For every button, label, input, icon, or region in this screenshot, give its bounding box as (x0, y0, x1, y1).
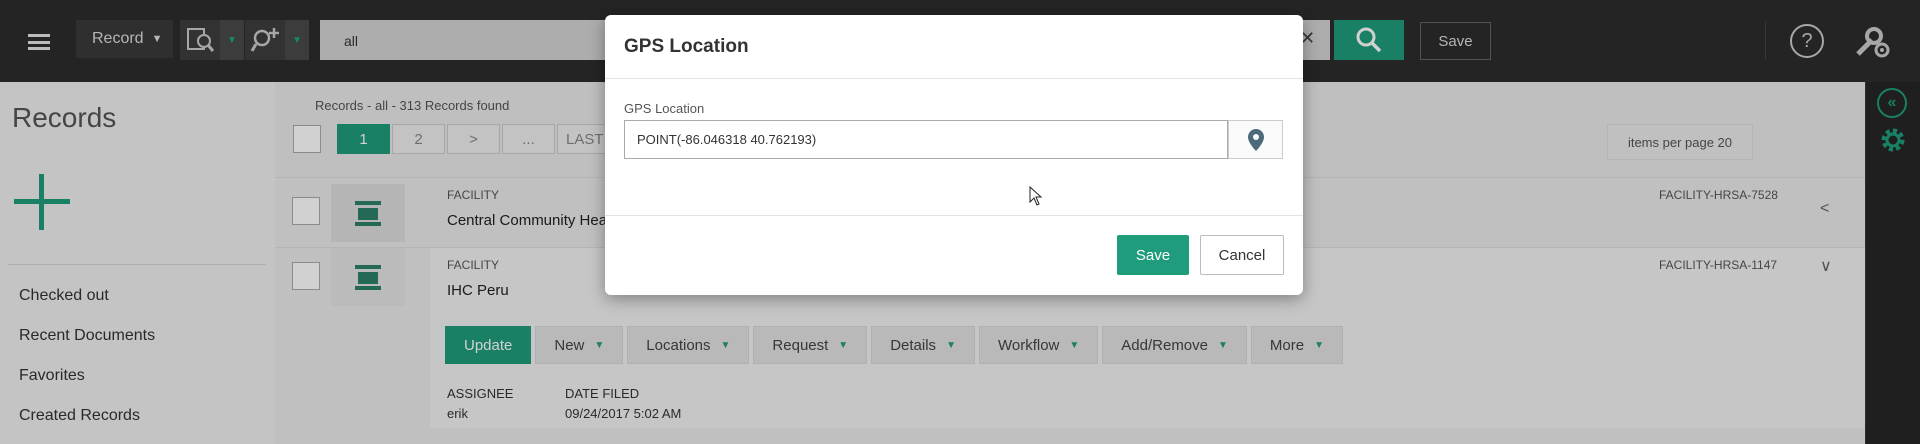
save-button[interactable]: Save (1117, 235, 1189, 275)
gps-field-label: GPS Location (624, 101, 705, 116)
mouse-cursor-icon (1029, 185, 1043, 206)
map-pin-icon (1247, 128, 1264, 151)
map-pin-button[interactable] (1228, 120, 1283, 159)
divider (605, 78, 1303, 79)
cancel-button[interactable]: Cancel (1200, 235, 1284, 275)
gps-location-input[interactable] (624, 120, 1228, 159)
dialog-title: GPS Location (624, 36, 749, 57)
divider (605, 215, 1303, 216)
gps-location-dialog: GPS Location GPS Location Save Cancel (605, 15, 1303, 295)
